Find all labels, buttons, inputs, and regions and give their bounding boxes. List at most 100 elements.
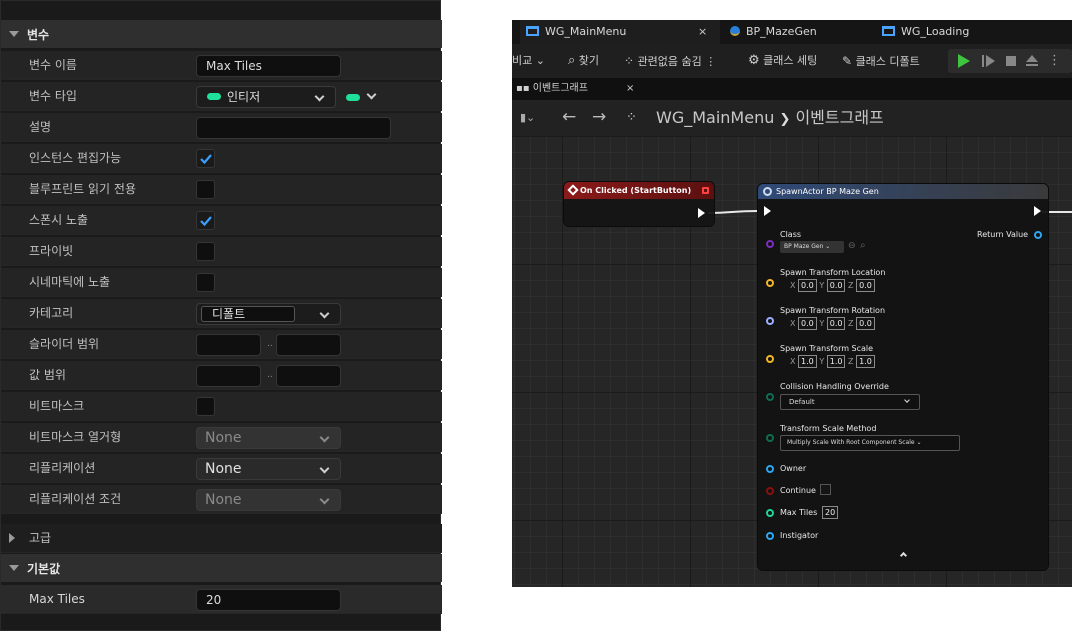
return-value-pin-icon[interactable] — [1034, 231, 1042, 239]
expose-to-cinematics-checkbox[interactable] — [196, 273, 215, 292]
scale-y-input[interactable]: 1.0 — [826, 355, 846, 368]
default-max-tiles-input[interactable]: 20 — [196, 589, 341, 611]
forward-arrow-icon[interactable]: → — [592, 100, 606, 134]
eject-icon[interactable] — [1026, 55, 1038, 62]
slider-range-max-input[interactable] — [276, 334, 341, 356]
back-arrow-icon[interactable]: ← — [562, 100, 576, 134]
replication-dropdown[interactable]: None — [196, 458, 341, 480]
max-tiles-input[interactable]: 20 — [822, 506, 839, 519]
collapse-arrow-icon[interactable] — [9, 31, 19, 37]
class-defaults-button[interactable]: ✎ 클래스 디폴트 — [842, 44, 920, 79]
blueprint-read-only-checkbox[interactable] — [196, 180, 215, 199]
tab-close-icon[interactable]: × — [626, 78, 634, 100]
bookmark-dropdown-icon[interactable]: ▮⌄ — [520, 100, 535, 136]
breadcrumb-separator: ❯ — [779, 112, 791, 127]
tab-event-graph[interactable]: ▪▪ 이벤트그래프 × — [516, 78, 636, 100]
scale-pin-icon[interactable] — [766, 355, 774, 363]
graph-navigation-bar: ▮⌄ ← → ⁘ WG_MainMenu ❯ 이벤트그래프 — [512, 100, 1072, 136]
collapse-arrow-icon[interactable] — [9, 565, 19, 571]
continue-checkbox[interactable] — [820, 484, 831, 495]
chevron-down-icon — [314, 91, 325, 102]
category-combobox[interactable]: 디폴트 — [196, 303, 341, 325]
find-button[interactable]: ⌕ 찾기 — [568, 44, 599, 78]
scale-z-input[interactable]: 1.0 — [856, 355, 875, 368]
tab-label: 이벤트그래프 — [532, 83, 588, 94]
expand-arrow-icon[interactable] — [9, 533, 15, 543]
search-icon[interactable]: ⌕ — [860, 240, 866, 251]
variable-type-dropdown[interactable]: 인티저 — [196, 86, 336, 108]
section-default-value[interactable]: 기본값 — [1, 554, 442, 582]
tab-bp-mazegen[interactable]: BP_MazeGen — [722, 20, 882, 44]
collapse-advanced-icon[interactable] — [899, 551, 908, 560]
browse-icon[interactable]: ⊖ — [848, 241, 856, 251]
find-label: 찾기 — [578, 54, 600, 67]
expose-on-spawn-checkbox[interactable] — [196, 211, 215, 230]
graph-icon: ⁘ — [626, 110, 637, 125]
bitmask-checkbox[interactable] — [196, 397, 215, 416]
collision-handling-dropdown[interactable]: Default — [780, 394, 920, 410]
advance-frame-icon[interactable] — [986, 55, 995, 67]
tab-close-icon[interactable]: × — [698, 20, 707, 44]
chevron-down-icon — [319, 432, 330, 443]
instance-editable-checkbox[interactable] — [196, 149, 215, 168]
rotation-pin-icon[interactable] — [766, 317, 774, 325]
slider-range-min-input[interactable] — [196, 334, 261, 356]
spawn-node-title: SpawnActor BP Maze Gen — [776, 187, 879, 196]
container-type-dropdown[interactable] — [343, 86, 383, 108]
tab-wg-loading[interactable]: WG_Loading — [876, 20, 1026, 44]
exec-out-pin-icon[interactable] — [698, 208, 705, 218]
private-checkbox[interactable] — [196, 242, 215, 261]
event-node-title: On Clicked (StartButton) — [580, 186, 692, 195]
delegate-pin-icon[interactable] — [702, 187, 709, 194]
event-graph-canvas[interactable]: On Clicked (StartButton) SpawnActor BP M… — [512, 136, 1072, 587]
section-advanced[interactable]: 고급 — [1, 524, 442, 553]
tab-label: WG_Loading — [901, 25, 970, 38]
collision-pin-icon[interactable] — [766, 393, 774, 401]
property-label: 값 범위 — [29, 368, 66, 382]
axis-z-label: Z — [848, 357, 854, 366]
stop-icon[interactable] — [1006, 56, 1016, 66]
row-variable-type: 변수 타입 인티저 — [1, 82, 442, 111]
continue-pin-label: Continue — [780, 486, 816, 495]
play-icon[interactable] — [958, 54, 970, 68]
location-y-input[interactable]: 0.0 — [826, 279, 846, 292]
scale-x-input[interactable]: 1.0 — [798, 355, 817, 368]
replication-condition-dropdown[interactable]: None — [196, 489, 341, 511]
section-variables[interactable]: 변수 — [1, 20, 442, 48]
tab-wg-mainmenu[interactable]: WG_MainMenu × — [520, 20, 720, 44]
instigator-pin-icon[interactable] — [766, 532, 774, 540]
row-slider-range: 슬라이더 범위 .. — [1, 330, 442, 359]
spawn-actor-node[interactable]: SpawnActor BP Maze Gen Class BP Maze Gen… — [758, 184, 1048, 570]
on-clicked-event-node[interactable]: On Clicked (StartButton) — [564, 182, 714, 226]
bitmask-enum-dropdown[interactable]: None — [196, 427, 341, 449]
max-tiles-pin-icon[interactable] — [766, 509, 774, 517]
hide-unrelated-button[interactable]: ⁘ 관련없음 숨김 ⋮ — [624, 44, 716, 79]
rotation-x-input[interactable]: 0.0 — [798, 317, 817, 330]
scale-method-dropdown[interactable]: Multiply Scale With Root Component Scale… — [780, 435, 960, 451]
exec-out-pin-icon[interactable] — [1034, 206, 1041, 216]
location-x-input[interactable]: 0.0 — [798, 279, 817, 292]
value-range-min-input[interactable] — [196, 365, 261, 387]
category-input[interactable]: 디폴트 — [201, 306, 295, 322]
class-settings-button[interactable]: ⚙ 클래스 세팅 — [748, 44, 817, 78]
scale-method-pin-icon[interactable] — [766, 434, 774, 442]
owner-pin-icon[interactable] — [766, 465, 774, 473]
class-select-dropdown[interactable]: BP Maze Gen ⌄ — [780, 241, 844, 253]
class-pin-icon[interactable] — [766, 240, 774, 248]
location-z-input[interactable]: 0.0 — [856, 279, 875, 292]
rotation-y-input[interactable]: 0.0 — [826, 317, 846, 330]
continue-pin-icon[interactable] — [766, 487, 774, 495]
more-options-icon[interactable]: ⋮ — [1048, 49, 1061, 73]
value-range-max-input[interactable] — [276, 365, 341, 387]
property-label: 비트마스크 열거형 — [29, 430, 122, 444]
exec-in-pin-icon[interactable] — [764, 206, 771, 216]
hide-unrelated-label: 관련없음 숨김 — [637, 55, 702, 68]
diff-button[interactable]: 비교 ⌄ — [512, 44, 545, 78]
rotation-z-input[interactable]: 0.0 — [856, 317, 875, 330]
scale-method-value: Multiply Scale With Root Component Scale — [787, 439, 915, 446]
location-pin-icon[interactable] — [766, 279, 774, 287]
variable-name-input[interactable]: Max Tiles — [196, 55, 341, 77]
description-input[interactable] — [196, 117, 391, 139]
property-label: 리플리케이션 — [29, 461, 96, 475]
breadcrumb-root[interactable]: WG_MainMenu — [656, 108, 774, 127]
